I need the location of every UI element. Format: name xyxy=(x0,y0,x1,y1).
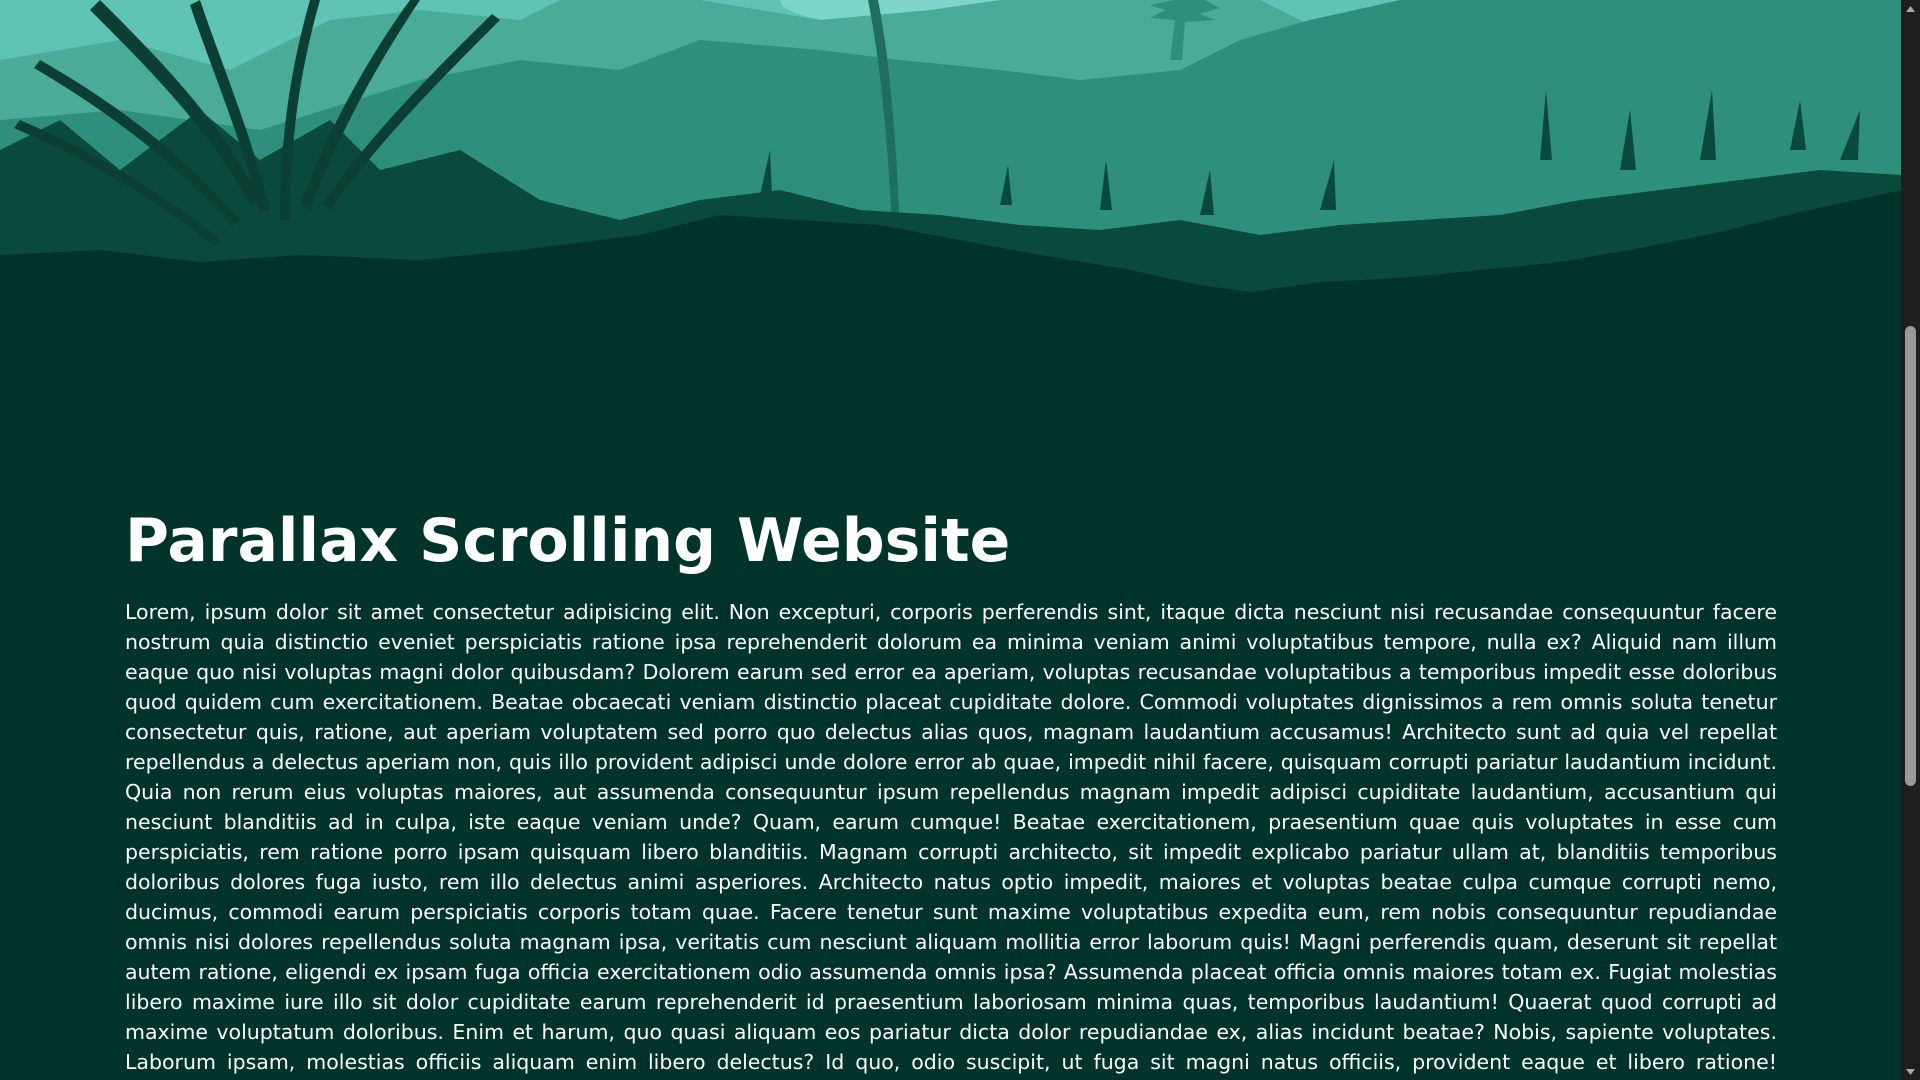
page-viewport: Parallax Scrolling Website Lorem, ipsum … xyxy=(0,0,1901,1080)
scroll-down-button[interactable] xyxy=(1901,1063,1920,1080)
body-paragraph: Lorem, ipsum dolor sit amet consectetur … xyxy=(125,600,1777,1074)
scroll-up-button[interactable] xyxy=(1901,0,1920,17)
vertical-scrollbar[interactable] xyxy=(1901,0,1920,1080)
jungle-parallax-scene xyxy=(0,0,1901,300)
page-title: Parallax Scrolling Website xyxy=(125,506,1011,576)
main-content: Parallax Scrolling Website Lorem, ipsum … xyxy=(125,505,1777,1080)
triangle-up-icon xyxy=(1906,5,1915,12)
triangle-down-icon xyxy=(1906,1068,1915,1075)
scrollbar-thumb[interactable] xyxy=(1905,326,1916,786)
